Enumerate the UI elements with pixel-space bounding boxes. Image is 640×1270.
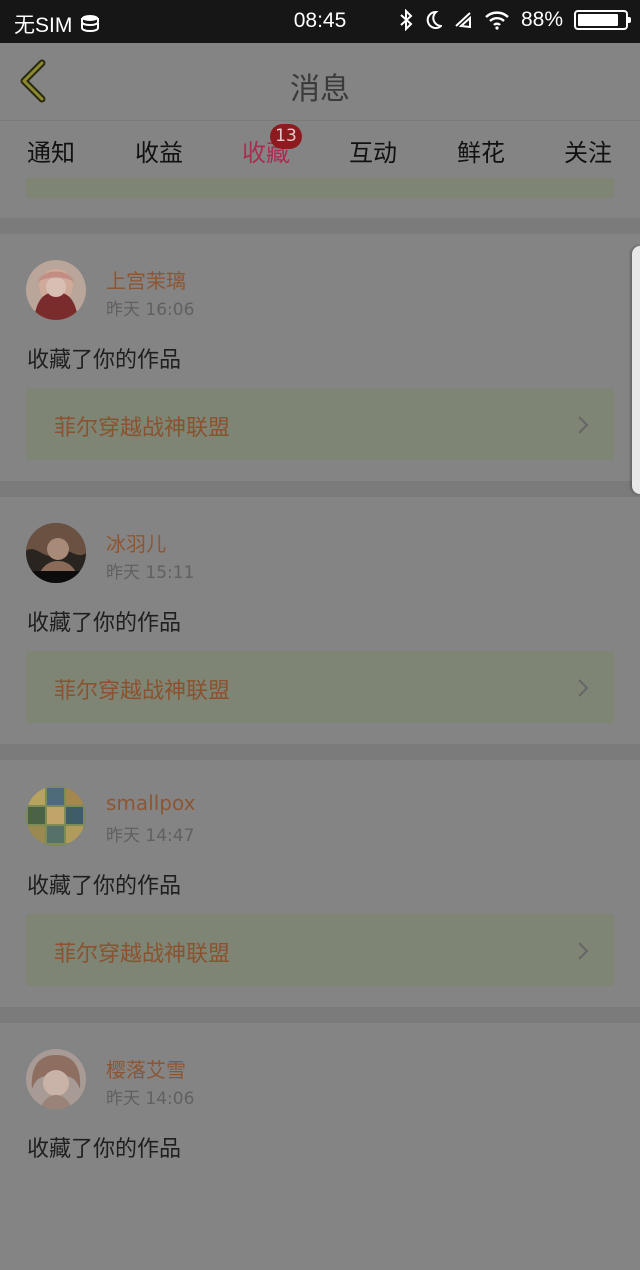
avatar[interactable] [26, 260, 86, 320]
action-text: 收藏了你的作品 [27, 1137, 182, 1162]
book-link[interactable]: 菲尔穿越战神联盟 [26, 651, 614, 723]
chevron-right-icon [578, 942, 589, 960]
book-link-partial[interactable] [26, 178, 614, 198]
status-bar: 无SIM 08:45 88% [0, 0, 640, 43]
tab-label: 互动 [349, 139, 397, 167]
battery-icon [574, 10, 631, 30]
message-list[interactable]: 上宫茉璃 昨天 16:06 收藏了你的作品 菲尔穿越战神联盟 冰羽儿 昨天 15… [0, 178, 640, 1270]
bluetooth-icon [400, 9, 413, 31]
tab-notifications[interactable]: 通知 [11, 133, 91, 168]
tab-label: 收益 [135, 139, 183, 167]
timestamp: 昨天 14:06 [106, 1089, 195, 1109]
divider [0, 1007, 640, 1023]
tab-flowers[interactable]: 鲜花 [441, 133, 521, 168]
divider [0, 218, 640, 234]
book-title: 菲尔穿越战神联盟 [54, 416, 231, 441]
tab-label: 关注 [564, 139, 612, 167]
mute-icon [455, 12, 471, 29]
book-link[interactable]: 菲尔穿越战神联盟 [26, 388, 614, 460]
chevron-right-icon [578, 416, 589, 434]
tab-favorites[interactable]: 收藏 13 [226, 124, 306, 182]
tab-earnings[interactable]: 收益 [119, 133, 199, 168]
tab-interactions[interactable]: 互动 [333, 133, 413, 168]
book-title: 菲尔穿越战神联盟 [54, 679, 231, 704]
list-item-partial [0, 178, 640, 218]
moon-icon [426, 10, 442, 29]
list-item: 冰羽儿 昨天 15:11 收藏了你的作品 菲尔穿越战神联盟 [0, 497, 640, 744]
chevron-right-icon [578, 679, 589, 697]
username[interactable]: smallpox [106, 791, 195, 815]
nav-header: 消息 [0, 43, 640, 121]
username[interactable]: 上宫茉璃 [106, 265, 186, 294]
action-text: 收藏了你的作品 [27, 348, 182, 373]
book-title: 菲尔穿越战神联盟 [54, 942, 231, 967]
wifi-icon [485, 11, 509, 30]
tab-label: 通知 [27, 139, 75, 167]
unread-badge: 13 [270, 124, 302, 149]
avatar[interactable] [26, 786, 86, 846]
avatar-image [26, 260, 86, 320]
list-item: 樱落艾雪 昨天 14:06 收藏了你的作品 [0, 1023, 640, 1270]
username[interactable]: 樱落艾雪 [106, 1054, 186, 1083]
tab-follows[interactable]: 关注 [548, 133, 628, 168]
avatar[interactable] [26, 523, 86, 583]
book-link[interactable]: 菲尔穿越战神联盟 [26, 914, 614, 986]
avatar-image [26, 523, 86, 583]
list-item: smallpox 昨天 14:47 收藏了你的作品 菲尔穿越战神联盟 [0, 760, 640, 1007]
tab-label: 鲜花 [457, 139, 505, 167]
timestamp: 昨天 14:47 [106, 826, 195, 846]
divider [0, 481, 640, 497]
divider [0, 744, 640, 760]
side-drawer-handle[interactable] [632, 246, 640, 494]
timestamp: 昨天 15:11 [106, 563, 195, 583]
list-item: 上宫茉璃 昨天 16:06 收藏了你的作品 菲尔穿越战神联盟 [0, 234, 640, 481]
action-text: 收藏了你的作品 [27, 874, 182, 899]
status-right: 88% [399, 8, 631, 32]
avatar[interactable] [26, 1049, 86, 1109]
username[interactable]: 冰羽儿 [106, 528, 166, 557]
battery-percent: 88% [520, 8, 563, 31]
page-title: 消息 [290, 72, 350, 107]
avatar-image [26, 786, 86, 846]
action-text: 收藏了你的作品 [27, 611, 182, 636]
avatar-image [26, 1049, 86, 1109]
timestamp: 昨天 16:06 [106, 300, 195, 320]
tab-bar: 通知 收益 收藏 13 互动 鲜花 关注 [0, 121, 640, 182]
